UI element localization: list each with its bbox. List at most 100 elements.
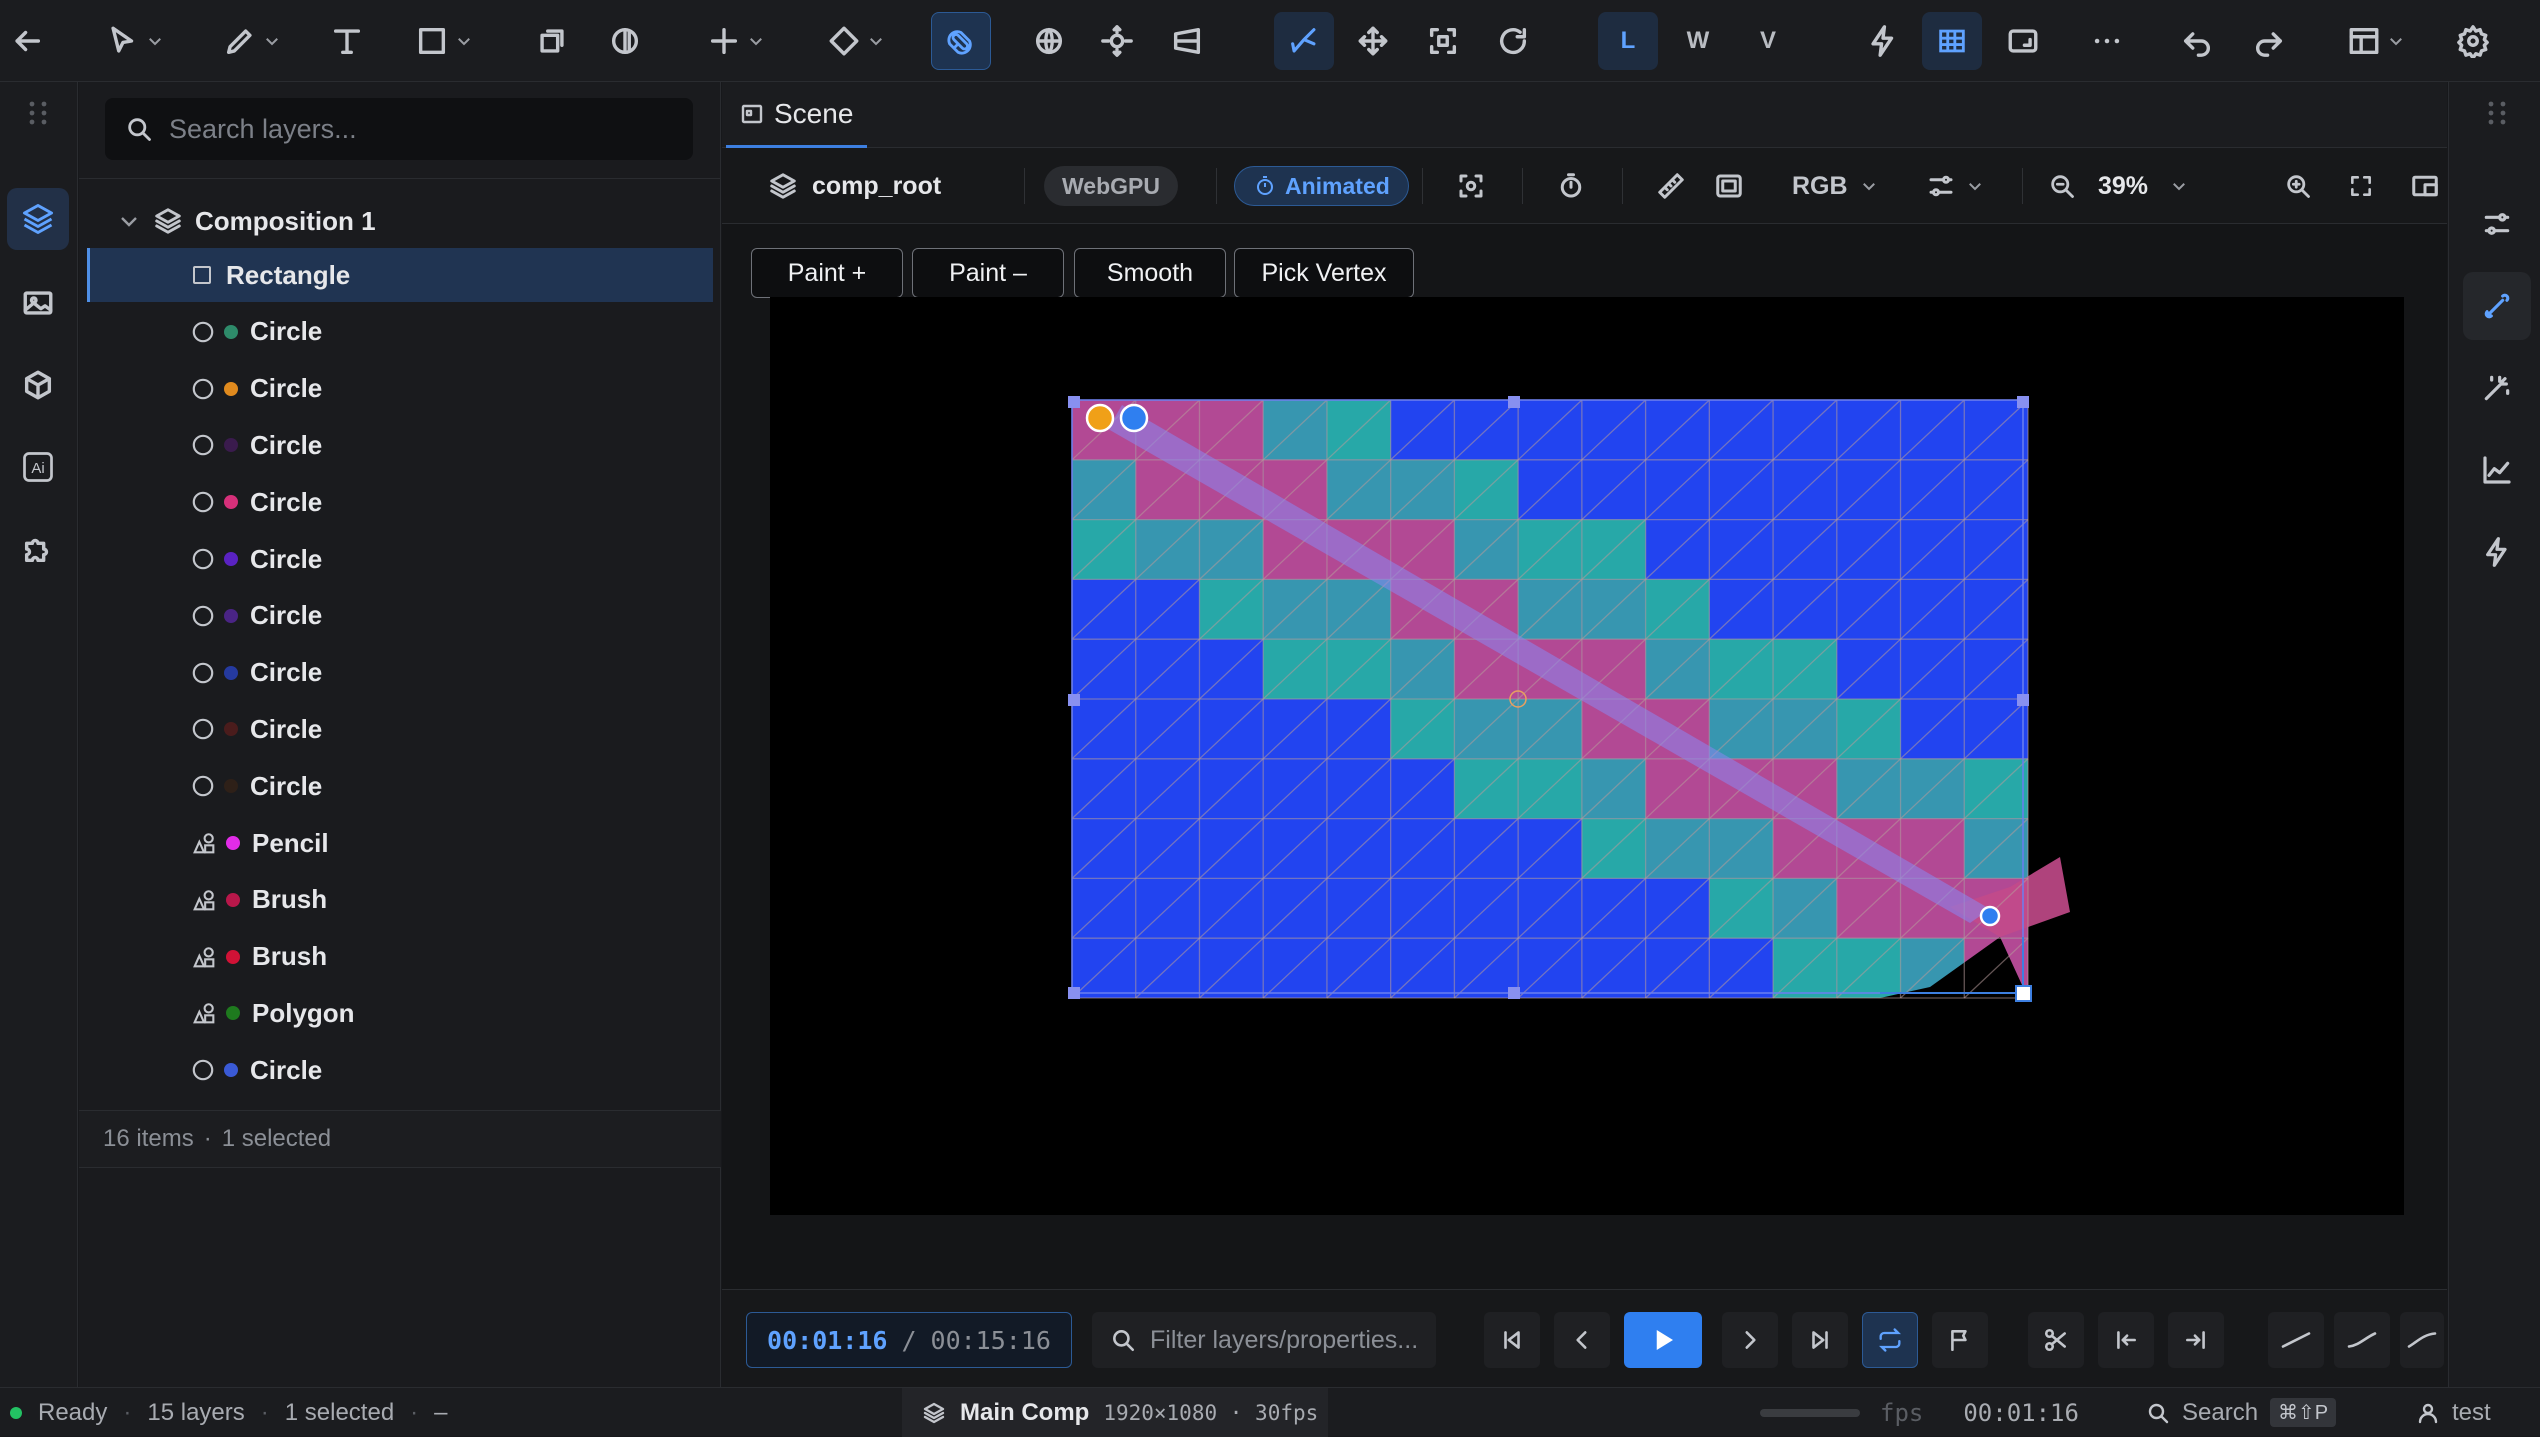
loop-toggle-button[interactable] xyxy=(1862,1312,1918,1368)
bounds-button[interactable] xyxy=(1416,12,1470,70)
path-tool-button[interactable] xyxy=(1274,12,1334,70)
rail-ai-button[interactable]: Ai xyxy=(7,436,69,498)
channel-select[interactable]: RGB xyxy=(1792,148,1878,224)
split-button[interactable] xyxy=(2028,1312,2084,1368)
resize-handle[interactable] xyxy=(1068,694,1080,706)
timer-button[interactable] xyxy=(1556,148,1586,224)
layer-row[interactable]: Circle xyxy=(87,759,713,813)
effects-button[interactable] xyxy=(2463,354,2531,422)
animated-toggle[interactable]: Animated xyxy=(1234,166,1409,206)
paint-plus-button[interactable]: Paint + xyxy=(751,248,903,298)
drag-handle-icon[interactable] xyxy=(2463,96,2531,130)
resize-button[interactable] xyxy=(1996,12,2050,70)
actions-button[interactable] xyxy=(2463,518,2531,586)
resize-handle-active[interactable] xyxy=(2015,985,2032,1002)
add-button[interactable] xyxy=(696,12,776,70)
resize-handle[interactable] xyxy=(1508,396,1520,408)
rail-plugins-button[interactable] xyxy=(7,518,69,580)
layer-row[interactable]: Circle xyxy=(87,589,713,643)
orbit-button[interactable] xyxy=(1090,12,1144,70)
scene-canvas[interactable] xyxy=(770,297,2404,1215)
resize-handle[interactable] xyxy=(1068,987,1080,999)
ruler-button[interactable] xyxy=(1656,148,1686,224)
select-tool-button[interactable] xyxy=(95,12,175,70)
screenshot-button[interactable] xyxy=(1456,148,1486,224)
magnet-toggle-button[interactable] xyxy=(931,12,991,70)
tab-scene[interactable]: Scene xyxy=(726,82,868,148)
command-search-button[interactable]: Search ⌘⇧P xyxy=(2146,1388,2337,1437)
graph-button[interactable] xyxy=(2463,436,2531,504)
layer-row[interactable]: Circle xyxy=(87,1043,713,1097)
resize-handle[interactable] xyxy=(2017,396,2029,408)
grid-toggle-button[interactable] xyxy=(1922,12,1982,70)
resize-handle[interactable] xyxy=(2017,694,2029,706)
layer-row[interactable]: Brush xyxy=(87,930,713,984)
ease-linear-button[interactable] xyxy=(2268,1312,2324,1368)
comp-selector[interactable]: comp_root xyxy=(768,148,941,224)
keyframe-button[interactable] xyxy=(816,12,896,70)
perspective-button[interactable] xyxy=(1160,12,1214,70)
resize-handle[interactable] xyxy=(1508,987,1520,999)
resize-handle[interactable] xyxy=(1068,396,1080,408)
adjust-select[interactable] xyxy=(1926,148,1984,224)
rail-3d-button[interactable] xyxy=(7,354,69,416)
settings-button[interactable] xyxy=(2446,12,2500,70)
lightning-button[interactable] xyxy=(1856,12,1910,70)
fit-button[interactable] xyxy=(2348,148,2374,224)
bone-tip-joint[interactable] xyxy=(1979,905,2001,927)
layer-row[interactable]: Circle xyxy=(87,418,713,472)
drag-handle-icon[interactable] xyxy=(7,98,69,128)
ease-in-button[interactable] xyxy=(2334,1312,2390,1368)
prev-frame-button[interactable] xyxy=(1554,1312,1610,1368)
mode-l-button[interactable]: L xyxy=(1598,12,1658,70)
layer-row[interactable]: Polygon xyxy=(87,986,713,1040)
mask-button[interactable] xyxy=(600,12,650,70)
layer-row[interactable]: Circle xyxy=(87,702,713,756)
rail-layers-button[interactable] xyxy=(7,188,69,250)
layer-row[interactable]: Circle xyxy=(87,532,713,586)
layer-row[interactable]: Brush xyxy=(87,873,713,927)
rail-media-button[interactable] xyxy=(7,272,69,334)
trim-end-button[interactable] xyxy=(2168,1312,2224,1368)
zoom-select[interactable]: 39% xyxy=(2098,148,2188,224)
mode-v-button[interactable]: V xyxy=(1738,12,1798,70)
zoom-out-button[interactable] xyxy=(2048,148,2076,224)
comp-info-chip[interactable]: Main Comp 1920×1080 · 30fps xyxy=(902,1388,1328,1437)
panel-toggle-button[interactable] xyxy=(2410,148,2440,224)
layer-row[interactable]: Rectangle xyxy=(87,248,713,302)
zoom-in-button[interactable] xyxy=(2284,148,2312,224)
layer-row[interactable]: Circle xyxy=(87,646,713,700)
next-frame-button[interactable] xyxy=(1722,1312,1778,1368)
filter-properties-input[interactable]: Filter layers/properties... xyxy=(1092,1312,1436,1368)
chevron-down-icon[interactable] xyxy=(117,209,141,233)
play-button[interactable] xyxy=(1624,1312,1702,1368)
pen-tool-button[interactable] xyxy=(212,12,292,70)
transform-button[interactable] xyxy=(527,12,577,70)
layer-row[interactable]: Circle xyxy=(87,362,713,416)
search-layers-input[interactable]: Search layers... xyxy=(105,98,693,160)
pick-vertex-button[interactable]: Pick Vertex xyxy=(1234,248,1414,298)
properties-button[interactable] xyxy=(2463,190,2531,258)
move-button[interactable] xyxy=(1346,12,1400,70)
go-to-end-button[interactable] xyxy=(1792,1312,1848,1368)
globe-button[interactable] xyxy=(1022,12,1076,70)
bone-root-joint[interactable] xyxy=(1085,403,1115,433)
redo-button[interactable] xyxy=(2242,12,2296,70)
go-to-start-button[interactable] xyxy=(1484,1312,1540,1368)
bone-head-joint[interactable] xyxy=(1119,403,1149,433)
back-arrow-icon[interactable] xyxy=(2,12,52,70)
layer-group-composition[interactable]: Composition 1 xyxy=(87,194,713,248)
paint-minus-button[interactable]: Paint – xyxy=(912,248,1064,298)
mesh-viewport[interactable] xyxy=(770,297,2404,1215)
text-tool-button[interactable] xyxy=(322,12,372,70)
layer-row[interactable]: Circle xyxy=(87,305,713,359)
smooth-button[interactable]: Smooth xyxy=(1074,248,1226,298)
ease-out-button[interactable] xyxy=(2400,1312,2444,1368)
layer-row[interactable]: Circle xyxy=(87,475,713,529)
mode-w-button[interactable]: W xyxy=(1668,12,1728,70)
renderer-badge[interactable]: WebGPU xyxy=(1044,166,1178,206)
layer-row[interactable]: Pencil xyxy=(87,816,713,870)
layout-button[interactable] xyxy=(2336,12,2416,70)
undo-button[interactable] xyxy=(2170,12,2224,70)
rigging-button[interactable] xyxy=(2463,272,2531,340)
